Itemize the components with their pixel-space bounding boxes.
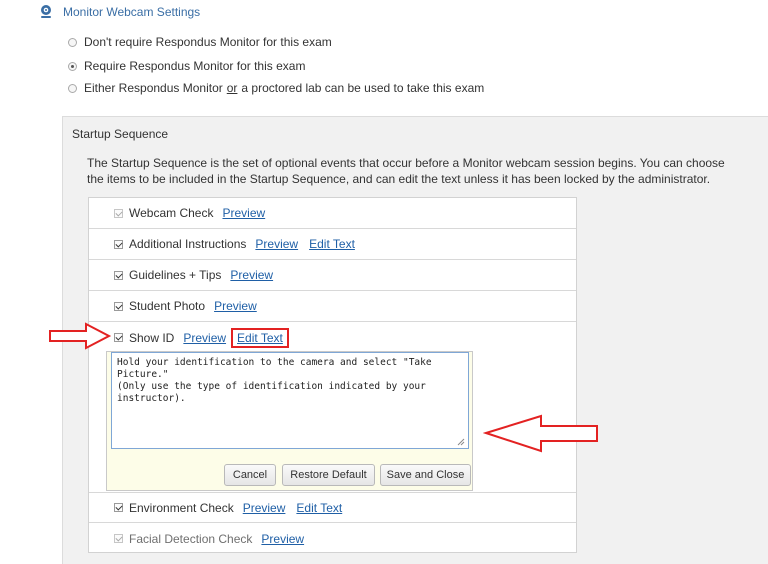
- restore-default-button[interactable]: Restore Default: [282, 464, 375, 486]
- save-and-close-button[interactable]: Save and Close: [380, 464, 471, 486]
- additional-instructions-edit-text-link[interactable]: Edit Text: [309, 237, 355, 251]
- webcam-check-preview-link[interactable]: Preview: [222, 206, 265, 220]
- startup-item-additional-instructions: Additional Instructions Preview Edit Tex…: [89, 229, 576, 260]
- radio-button-selected[interactable]: [68, 61, 77, 71]
- environment-check-checkbox[interactable]: [114, 503, 123, 512]
- startup-item-guidelines-tips: Guidelines + Tips Preview: [89, 260, 576, 291]
- annotation-arrow-right-icon: [49, 322, 112, 350]
- radio-label-rest: a proctored lab can be used to take this…: [241, 81, 485, 95]
- radio-option-either[interactable]: Either Respondus Monitor or a proctored …: [68, 80, 484, 96]
- startup-item-student-photo: Student Photo Preview: [89, 291, 576, 322]
- additional-instructions-checkbox[interactable]: [114, 239, 123, 249]
- item-label: Environment Check: [129, 500, 234, 515]
- item-label: Guidelines + Tips: [129, 268, 222, 282]
- annotation-arrow-left-icon: [483, 414, 598, 453]
- radio-option-not-required[interactable]: Don't require Respondus Monitor for this…: [68, 34, 332, 50]
- webcam-icon: [41, 5, 51, 18]
- webcam-check-checkbox: [114, 208, 123, 218]
- show-id-checkbox[interactable]: [114, 333, 123, 342]
- item-label: Facial Detection Check: [129, 531, 253, 546]
- facial-detection-check-checkbox: [114, 534, 123, 543]
- show-id-preview-link[interactable]: Preview: [183, 331, 226, 345]
- startup-item-webcam-check: Webcam Check Preview: [89, 198, 576, 229]
- student-photo-preview-link[interactable]: Preview: [214, 299, 257, 313]
- radio-label-or: or: [226, 81, 238, 95]
- radio-label: Either Respondus Monitor: [84, 81, 223, 95]
- radio-button[interactable]: [68, 37, 77, 47]
- startup-item-environment-check: Environment Check Preview Edit Text: [89, 492, 576, 523]
- radio-label: Require Respondus Monitor for this exam: [84, 59, 306, 73]
- item-label: Show ID: [129, 330, 175, 345]
- guidelines-tips-preview-link[interactable]: Preview: [230, 268, 273, 282]
- startup-sequence-title: Startup Sequence: [72, 127, 169, 141]
- additional-instructions-preview-link[interactable]: Preview: [255, 237, 298, 251]
- show-id-text-editor: Hold your identification to the camera a…: [106, 351, 473, 491]
- startup-item-facial-detection-check: Facial Detection Check Preview: [89, 523, 576, 554]
- section-header: Monitor Webcam Settings: [38, 3, 200, 21]
- environment-check-preview-link[interactable]: Preview: [243, 501, 286, 515]
- cancel-button[interactable]: Cancel: [224, 464, 276, 486]
- student-photo-checkbox[interactable]: [114, 301, 123, 311]
- startup-item-show-id: Show ID Preview Edit Text: [89, 322, 576, 353]
- startup-sequence-description: The Startup Sequence is the set of optio…: [87, 156, 725, 186]
- facial-detection-check-preview-link[interactable]: Preview: [261, 532, 304, 546]
- radio-option-required[interactable]: Require Respondus Monitor for this exam: [68, 58, 305, 74]
- environment-check-edit-text-link[interactable]: Edit Text: [296, 501, 342, 515]
- item-label: Additional Instructions: [129, 237, 247, 251]
- guidelines-tips-checkbox[interactable]: [114, 270, 123, 280]
- show-id-instruction-textarea[interactable]: Hold your identification to the camera a…: [111, 352, 469, 449]
- resize-grip-icon[interactable]: [457, 438, 465, 446]
- item-label: Student Photo: [129, 299, 206, 313]
- radio-button[interactable]: [68, 83, 77, 93]
- show-id-edit-text-link[interactable]: Edit Text: [231, 327, 289, 348]
- startup-items-list: Webcam Check Preview Additional Instruct…: [88, 197, 577, 553]
- radio-label: Don't require Respondus Monitor for this…: [84, 35, 332, 49]
- section-title: Monitor Webcam Settings: [63, 5, 201, 19]
- item-label: Webcam Check: [129, 206, 214, 220]
